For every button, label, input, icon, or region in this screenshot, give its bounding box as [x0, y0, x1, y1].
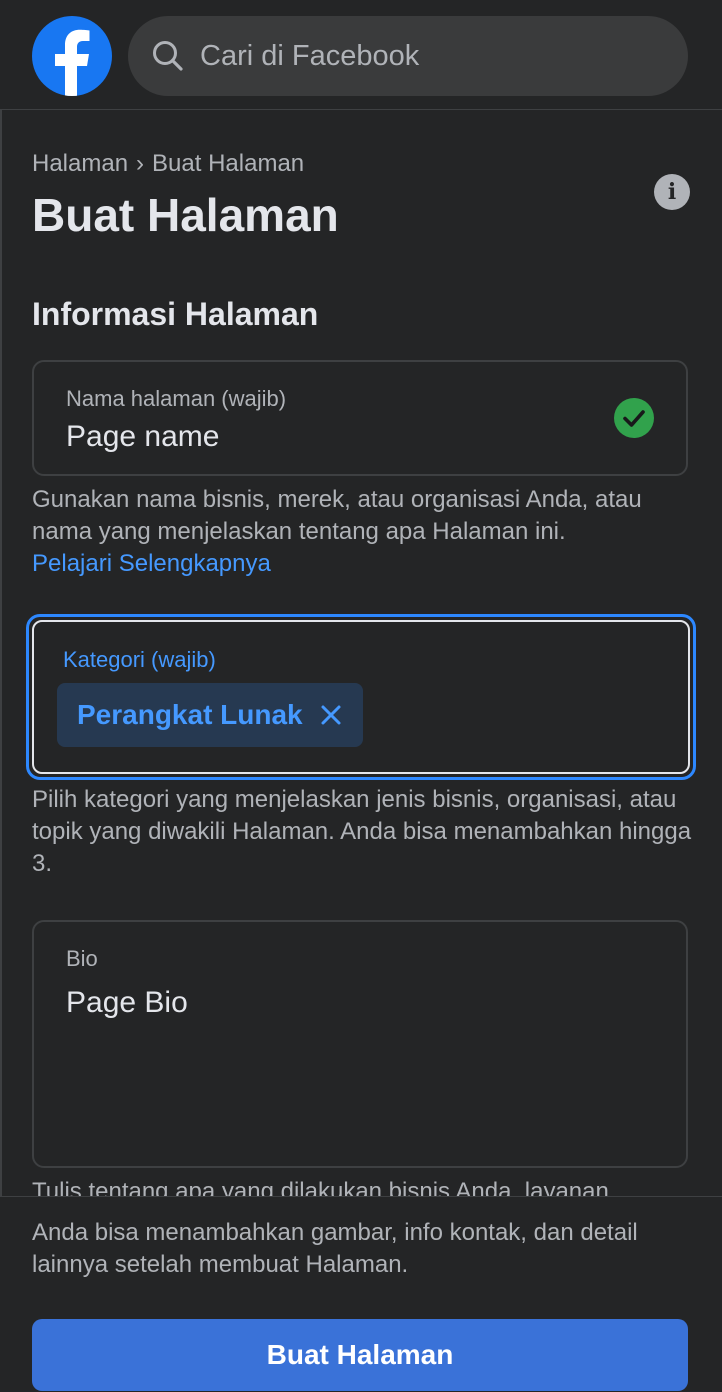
- page-name-value[interactable]: Page name: [66, 420, 219, 454]
- breadcrumb-separator: ›: [136, 150, 145, 177]
- facebook-logo-icon[interactable]: [32, 16, 112, 96]
- page-name-help-text: Gunakan nama bisnis, merek, atau organis…: [32, 486, 642, 545]
- create-page-button[interactable]: Buat Halaman: [32, 1319, 688, 1391]
- top-bar: [0, 0, 722, 110]
- bio-field[interactable]: Bio Page Bio: [32, 920, 688, 1168]
- page-name-field[interactable]: Nama halaman (wajib) Page name: [32, 360, 688, 476]
- category-chip-label: Perangkat Lunak: [77, 699, 303, 730]
- search-bar[interactable]: [128, 16, 688, 96]
- page-name-label: Nama halaman (wajib): [66, 386, 287, 411]
- section-title: Informasi Halaman: [32, 296, 319, 332]
- breadcrumb-parent-link[interactable]: Halaman: [32, 150, 128, 177]
- bio-label: Bio: [66, 946, 98, 971]
- learn-more-link[interactable]: Pelajari Selengkapnya: [32, 548, 271, 580]
- category-field[interactable]: Kategori (wajib) Perangkat Lunak: [26, 614, 696, 780]
- category-chip: Perangkat Lunak: [57, 683, 363, 747]
- breadcrumb: Halaman › Buat Halaman: [32, 150, 304, 178]
- search-icon: [150, 38, 186, 74]
- check-circle-icon: [614, 398, 654, 438]
- category-help-text: Pilih kategori yang menjelaskan jenis bi…: [32, 786, 692, 877]
- page-title: Buat Halaman: [32, 189, 339, 241]
- page-left-border: [0, 0, 2, 1392]
- footer-note: Anda bisa menambahkan gambar, info konta…: [32, 1219, 638, 1278]
- info-icon[interactable]: i: [654, 174, 690, 210]
- footer: Anda bisa menambahkan gambar, info konta…: [0, 1196, 722, 1392]
- breadcrumb-current: Buat Halaman: [152, 150, 305, 177]
- search-input[interactable]: [200, 16, 670, 96]
- bio-value[interactable]: Page Bio: [66, 986, 188, 1020]
- close-icon[interactable]: [319, 703, 343, 727]
- category-label: Kategori (wajib): [63, 647, 216, 672]
